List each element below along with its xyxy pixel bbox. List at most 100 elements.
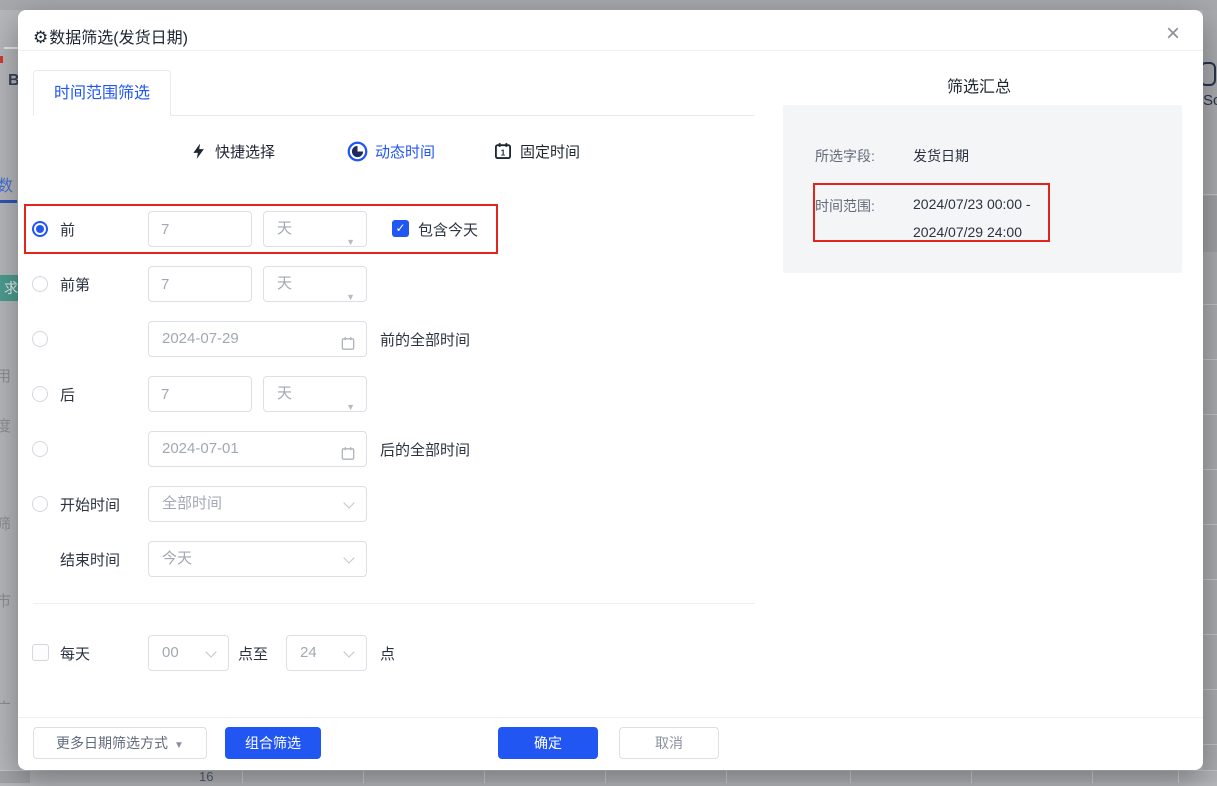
summary-field-label: 所选字段:: [815, 146, 875, 166]
dynamic-time-icon: [347, 141, 368, 162]
combine-filter-button[interactable]: 组合筛选: [225, 727, 321, 759]
more-date-filter-button[interactable]: 更多日期筛选方式 ▼: [33, 727, 207, 759]
front-unit-select[interactable]: 天 ▼: [263, 211, 367, 247]
background-right-text: Sc: [1203, 92, 1217, 109]
more-date-filter-label: 更多日期筛选方式: [56, 735, 168, 751]
select-value: 全部时间: [162, 495, 222, 512]
front-nth-value-input[interactable]: [148, 266, 252, 302]
mode-quick-select[interactable]: 快捷选择: [190, 139, 275, 163]
sidebar-fragment-badge: 求: [0, 275, 18, 301]
radio-start-time[interactable]: [32, 496, 48, 512]
mode-fixed-time[interactable]: 1 固定时间: [493, 139, 580, 163]
tab-time-range-filter[interactable]: 时间范围筛选: [33, 70, 171, 116]
sidebar-fragment-text: 度: [0, 415, 11, 436]
background-left-sidebar: B 数 求 用 度 筛 市 广 单: [0, 10, 18, 782]
caret-down-icon: ▼: [174, 740, 184, 751]
table-grid-line: [484, 771, 485, 783]
table-grid-line: [363, 771, 364, 783]
chevron-down-icon: [343, 646, 354, 657]
select-value: 24: [300, 644, 317, 661]
row-label: 后: [60, 384, 75, 405]
table-grid-line: [1178, 771, 1179, 783]
caret-down-icon: ▼: [346, 225, 355, 259]
filter-row-front-nth: 前第 天 ▼: [18, 266, 758, 302]
summary-range-line2: 2024/07/29 24:00: [913, 224, 1022, 240]
calendar-icon: [340, 441, 356, 475]
radio-before-date[interactable]: [32, 331, 48, 347]
daily-checkbox[interactable]: [32, 644, 49, 661]
sidebar-fragment-text: 筛: [0, 513, 11, 534]
unit-value: 天: [277, 385, 292, 402]
summary-title: 筛选汇总: [755, 73, 1203, 97]
filter-row-after-date: 2024-07-01 后的全部时间: [18, 431, 758, 467]
daily-mid-text: 点至: [238, 643, 268, 664]
front-nth-unit-select[interactable]: 天 ▼: [263, 266, 367, 302]
summary-box: 所选字段: 发货日期 时间范围: 2024/07/23 00:00 - 2024…: [783, 105, 1182, 273]
row-label: 前: [60, 219, 75, 240]
dialog-title: ⚙数据筛选(发货日期): [33, 24, 188, 48]
select-value: 00: [162, 644, 179, 661]
calendar-icon: 1: [493, 141, 513, 161]
table-grid-line: [726, 771, 727, 783]
filter-row-after: 后 天 ▼: [18, 376, 758, 412]
background-bottom-table-edge: 16: [0, 770, 1217, 782]
unit-value: 天: [277, 220, 292, 237]
front-value-input[interactable]: [148, 211, 252, 247]
header-divider: [18, 50, 1203, 51]
sidebar-fragment-text: 市: [0, 590, 11, 611]
sidebar-fragment-underline: [0, 200, 17, 203]
after-date-suffix: 后的全部时间: [380, 439, 470, 460]
chevron-down-icon: [205, 646, 216, 657]
section-divider: [33, 603, 755, 604]
include-today-checkbox[interactable]: ✓: [392, 220, 409, 237]
sidebar-fragment-line: [4, 47, 18, 49]
before-date-suffix: 前的全部时间: [380, 329, 470, 350]
background-right-table-edge: Sc: [1203, 10, 1217, 782]
background-table-row-highlight: [1203, 196, 1217, 252]
caret-down-icon: ▼: [346, 390, 355, 424]
radio-front[interactable]: [32, 221, 48, 237]
lightning-icon: [190, 141, 208, 161]
background-top-bar: [0, 0, 1217, 10]
start-time-select[interactable]: 全部时间: [148, 486, 367, 522]
row-label: 开始时间: [60, 494, 120, 515]
after-date-picker[interactable]: 2024-07-01: [148, 431, 367, 467]
row-label: 结束时间: [60, 549, 120, 570]
table-grid-line: [242, 771, 243, 783]
filter-row-before-date: 2024-07-29 前的全部时间: [18, 321, 758, 357]
filter-row-daily: 每天 00 点至 24 点: [18, 635, 758, 671]
filter-row-start-time: 开始时间 全部时间: [18, 486, 758, 522]
gear-icon: ⚙: [33, 28, 48, 47]
before-date-picker[interactable]: 2024-07-29: [148, 321, 367, 357]
close-icon[interactable]: ×: [1156, 18, 1190, 52]
unit-value: 天: [277, 275, 292, 292]
daily-from-select[interactable]: 00: [148, 635, 229, 671]
filter-row-end-time: 结束时间 今天: [18, 541, 758, 577]
after-unit-select[interactable]: 天 ▼: [263, 376, 367, 412]
table-grid-line: [850, 771, 851, 783]
row-label: 每天: [60, 643, 90, 664]
sidebar-fragment-text: 用: [0, 365, 11, 386]
radio-after[interactable]: [32, 386, 48, 402]
daily-to-select[interactable]: 24: [286, 635, 367, 671]
summary-range-label: 时间范围:: [815, 196, 875, 216]
end-time-select[interactable]: 今天: [148, 541, 367, 577]
mode-dynamic-time[interactable]: 动态时间: [347, 139, 435, 163]
radio-after-date[interactable]: [32, 441, 48, 457]
chevron-down-icon: [343, 497, 354, 508]
sidebar-fragment-red-mark: [0, 56, 3, 63]
data-filter-dialog: ⚙数据筛选(发货日期) × 时间范围筛选 快捷选择 动态时间 1 固定时间: [18, 10, 1203, 770]
cancel-button[interactable]: 取消: [619, 727, 719, 759]
date-value: 2024-07-29: [162, 330, 239, 347]
daily-suffix: 点: [380, 643, 395, 664]
mode-label: 动态时间: [375, 141, 435, 162]
table-grid-line: [1092, 771, 1093, 783]
sidebar-fragment-text: 广: [0, 697, 11, 718]
row-label: 前第: [60, 274, 90, 295]
summary-range-line1: 2024/07/23 00:00 -: [913, 196, 1031, 212]
caret-down-icon: ▼: [346, 280, 355, 314]
footer-divider: [18, 717, 1203, 718]
radio-front-nth[interactable]: [32, 276, 48, 292]
after-value-input[interactable]: [148, 376, 252, 412]
confirm-button[interactable]: 确定: [498, 727, 598, 759]
